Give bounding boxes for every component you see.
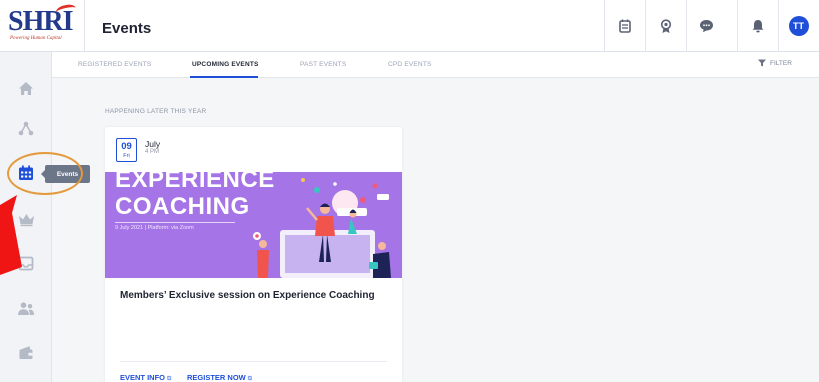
date-badge: 09 Fri [116,138,137,162]
banner-underline [115,222,235,223]
card-divider [120,361,387,362]
coaching-illustration [253,178,391,278]
page-title: Events [102,20,152,37]
tab-upcoming-events[interactable]: UPCOMING EVENTS [192,61,259,68]
event-tabs: REGISTERED EVENTS UPCOMING EVENTS PAST E… [52,52,819,78]
chat-icon[interactable] [686,0,727,52]
filter-button[interactable]: FILTER [758,59,792,67]
event-weekday: Fri [123,153,130,159]
event-day: 09 [121,141,132,152]
home-icon[interactable] [13,75,39,101]
shri-logo[interactable]: SHRI Powering Human Capital [8,3,78,44]
divider [84,0,85,52]
tab-cpd-events[interactable]: CPD EVENTS [388,61,432,68]
bell-icon[interactable] [737,0,778,52]
event-banner[interactable]: EXPERIENCE COACHING 9 July 2021 | Platfo… [105,172,402,278]
section-label: HAPPENING LATER THIS YEAR [105,108,207,115]
banner-subtitle: 9 July 2021 | Platform: via Zoom [115,225,194,231]
event-card[interactable]: 09 Fri July 4 PM EXPERIENCE COACHING 9 J… [105,127,402,382]
register-now-label: REGISTER NOW [187,373,246,382]
active-tab-indicator [190,76,258,78]
tab-registered-events[interactable]: REGISTERED EVENTS [78,61,151,68]
event-month: July [145,139,161,149]
tab-past-events[interactable]: PAST EVENTS [300,61,346,68]
award-icon[interactable] [645,0,686,52]
main-content: REGISTERED EVENTS UPCOMING EVENTS PAST E… [52,52,819,382]
logo-tagline: Powering Human Capital [10,36,62,41]
external-link-icon: ⧉ [247,376,253,382]
filter-label: FILTER [770,59,792,67]
event-info-label: EVENT INFO [120,373,166,382]
banner-line-2: COACHING [115,193,250,220]
register-now-link[interactable]: REGISTER NOW ⧉ [187,373,252,382]
external-link-icon: ⧉ [167,376,172,382]
network-icon[interactable] [13,115,39,141]
filter-icon [758,59,766,67]
top-bar: SHRI Powering Human Capital Events TT [0,0,819,52]
annotation-arrow [0,195,22,275]
wallet-icon[interactable] [13,339,39,365]
avatar[interactable]: TT [788,16,809,36]
event-title[interactable]: Members’ Exclusive session on Experience… [120,290,375,301]
annotation-highlight-circle [7,152,83,195]
event-info-link[interactable]: EVENT INFO ⧉ [120,373,171,382]
user-menu[interactable]: TT [778,0,819,52]
members-icon[interactable] [13,295,39,321]
calendar-badge-icon[interactable] [604,0,645,52]
event-time: 4 PM [145,149,160,155]
